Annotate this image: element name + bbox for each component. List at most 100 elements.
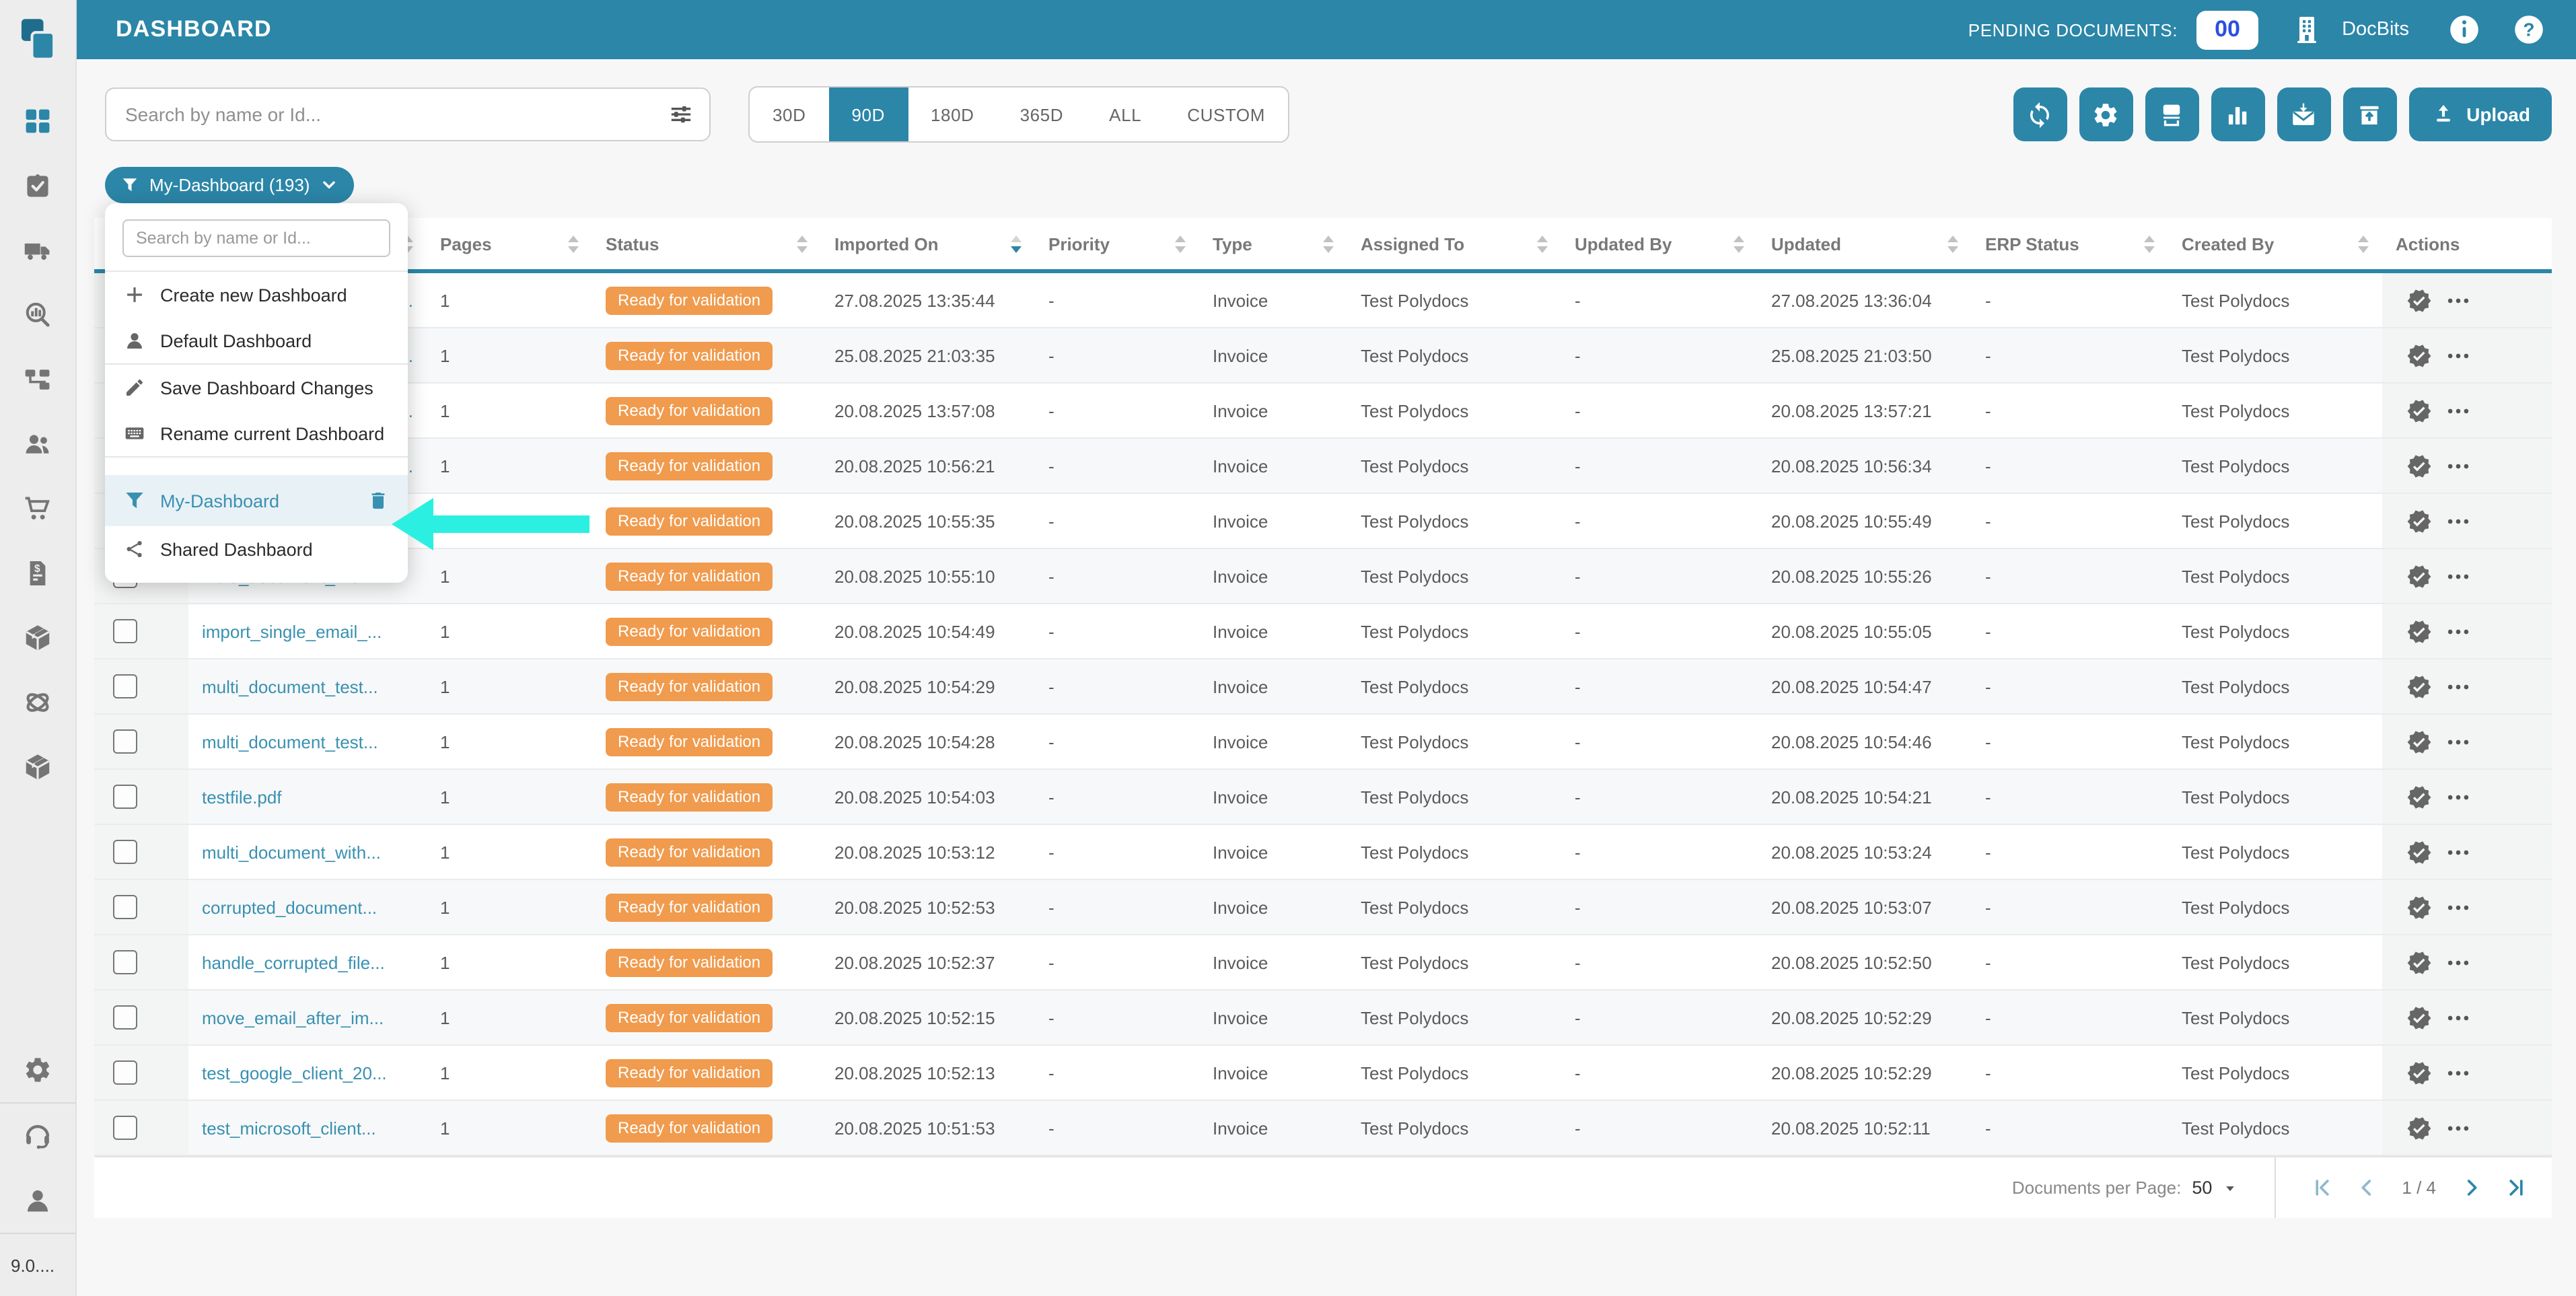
more-actions-icon[interactable] xyxy=(2445,1115,2471,1141)
sidebar-item-dashboard[interactable] xyxy=(0,89,75,153)
row-checkbox[interactable] xyxy=(113,1060,137,1085)
seal-check-icon[interactable] xyxy=(2406,453,2432,478)
document-name-link[interactable]: test_google_client_20... xyxy=(202,1063,387,1083)
export-button[interactable] xyxy=(2342,87,2397,141)
sort-arrows-icon[interactable] xyxy=(1011,235,1022,252)
refresh-button[interactable] xyxy=(2013,87,2067,141)
row-checkbox[interactable] xyxy=(113,950,137,974)
seal-check-icon[interactable] xyxy=(2406,287,2432,313)
sidebar-item-packages[interactable] xyxy=(0,606,75,670)
sort-arrows-icon[interactable] xyxy=(1537,235,1548,252)
sidebar-item-analytics[interactable] xyxy=(0,283,75,347)
document-name-link[interactable]: handle_corrupted_file... xyxy=(202,952,385,972)
more-actions-icon[interactable] xyxy=(2445,784,2471,809)
menu-item-create-new-dashboard[interactable]: Create new Dashboard xyxy=(105,272,408,318)
dashboard-selector-chip[interactable]: My-Dashboard (193) xyxy=(105,167,355,203)
settings-button[interactable] xyxy=(2079,87,2133,141)
more-actions-icon[interactable] xyxy=(2445,508,2471,534)
seal-check-icon[interactable] xyxy=(2406,398,2432,423)
sort-arrows-icon[interactable] xyxy=(2144,235,2155,252)
dropdown-search-input[interactable] xyxy=(122,219,390,257)
more-actions-icon[interactable] xyxy=(2445,398,2471,423)
more-actions-icon[interactable] xyxy=(2445,839,2471,865)
document-name-link[interactable]: import_single_email_... xyxy=(202,621,382,641)
next-page-icon[interactable] xyxy=(2460,1176,2483,1199)
sidebar-item-workflow[interactable] xyxy=(0,347,75,412)
row-checkbox[interactable] xyxy=(113,674,137,698)
first-page-icon[interactable] xyxy=(2310,1176,2333,1199)
sidebar-item-products[interactable] xyxy=(0,735,75,799)
row-checkbox[interactable] xyxy=(113,619,137,643)
row-checkbox[interactable] xyxy=(113,895,137,919)
filter-tune-icon[interactable] xyxy=(668,101,694,128)
help-icon[interactable] xyxy=(2511,12,2546,47)
per-page-caret-down-icon[interactable] xyxy=(2220,1178,2239,1197)
document-name-link[interactable]: move_email_after_im... xyxy=(202,1007,384,1028)
statistics-button[interactable] xyxy=(2211,87,2265,141)
organization-building-icon[interactable] xyxy=(2291,13,2323,46)
more-actions-icon[interactable] xyxy=(2445,674,2471,699)
row-checkbox[interactable] xyxy=(113,1116,137,1140)
document-name-link[interactable]: test_microsoft_client... xyxy=(202,1118,376,1138)
more-actions-icon[interactable] xyxy=(2445,729,2471,754)
sidebar-item-users[interactable] xyxy=(0,412,75,476)
range-button-custom[interactable]: CUSTOM xyxy=(1164,87,1288,141)
previous-page-icon[interactable] xyxy=(2355,1176,2377,1199)
document-name-link[interactable]: multi_document_with... xyxy=(202,842,381,862)
document-name-link[interactable]: testfile.pdf xyxy=(202,787,282,807)
document-name-link[interactable]: multi_document_test... xyxy=(202,731,378,752)
seal-check-icon[interactable] xyxy=(2406,784,2432,809)
range-button-90d[interactable]: 90D xyxy=(828,87,908,141)
seal-check-icon[interactable] xyxy=(2406,674,2432,699)
sidebar-item-purchase-orders[interactable] xyxy=(0,476,75,541)
row-checkbox[interactable] xyxy=(113,785,137,809)
document-name-link[interactable]: corrupted_document... xyxy=(202,897,377,917)
document-name-link[interactable]: multi_document_test... xyxy=(202,676,378,696)
more-actions-icon[interactable] xyxy=(2445,287,2471,313)
menu-item-my-dashboard[interactable]: My-Dashboard xyxy=(105,475,408,526)
menu-item-rename-current-dashboard[interactable]: Rename current Dashboard xyxy=(105,410,408,456)
sort-arrows-icon[interactable] xyxy=(2358,235,2369,252)
range-button-all[interactable]: ALL xyxy=(1086,87,1164,141)
info-icon[interactable] xyxy=(2447,12,2482,47)
scanner-button[interactable] xyxy=(2145,87,2199,141)
menu-item-default-dashboard[interactable]: Default Dashboard xyxy=(105,318,408,363)
sort-arrows-icon[interactable] xyxy=(1323,235,1334,252)
seal-check-icon[interactable] xyxy=(2406,839,2432,865)
seal-check-icon[interactable] xyxy=(2406,343,2432,368)
more-actions-icon[interactable] xyxy=(2445,343,2471,368)
seal-check-icon[interactable] xyxy=(2406,563,2432,589)
seal-check-icon[interactable] xyxy=(2406,508,2432,534)
mail-import-button[interactable] xyxy=(2277,87,2331,141)
more-actions-icon[interactable] xyxy=(2445,453,2471,478)
range-button-365d[interactable]: 365D xyxy=(997,87,1087,141)
row-checkbox[interactable] xyxy=(113,729,137,754)
upload-button[interactable]: Upload xyxy=(2408,87,2552,141)
sidebar-item-integrations[interactable] xyxy=(0,670,75,735)
seal-check-icon[interactable] xyxy=(2406,949,2432,975)
trash-icon[interactable] xyxy=(367,490,389,511)
seal-check-icon[interactable] xyxy=(2406,1060,2432,1085)
range-button-180d[interactable]: 180D xyxy=(908,87,997,141)
seal-check-icon[interactable] xyxy=(2406,729,2432,754)
sidebar-item-support[interactable] xyxy=(0,1104,75,1168)
sidebar-item-shipments[interactable] xyxy=(0,218,75,283)
sort-arrows-icon[interactable] xyxy=(1175,235,1186,252)
more-actions-icon[interactable] xyxy=(2445,949,2471,975)
seal-check-icon[interactable] xyxy=(2406,618,2432,644)
sort-arrows-icon[interactable] xyxy=(1947,235,1958,252)
sort-arrows-icon[interactable] xyxy=(1733,235,1744,252)
sidebar-item-profile[interactable] xyxy=(0,1168,75,1233)
sidebar-item-invoices[interactable] xyxy=(0,541,75,606)
per-page-value[interactable]: 50 xyxy=(2192,1178,2212,1198)
row-checkbox[interactable] xyxy=(113,840,137,864)
seal-check-icon[interactable] xyxy=(2406,1115,2432,1141)
search-input[interactable] xyxy=(105,87,711,141)
app-logo-icon[interactable] xyxy=(15,16,61,62)
more-actions-icon[interactable] xyxy=(2445,1005,2471,1030)
menu-item-save-dashboard-changes[interactable]: Save Dashboard Changes xyxy=(105,365,408,410)
row-checkbox[interactable] xyxy=(113,1005,137,1030)
more-actions-icon[interactable] xyxy=(2445,618,2471,644)
more-actions-icon[interactable] xyxy=(2445,563,2471,589)
menu-item-shared-dashbaord[interactable]: Shared Dashbaord xyxy=(105,526,408,572)
